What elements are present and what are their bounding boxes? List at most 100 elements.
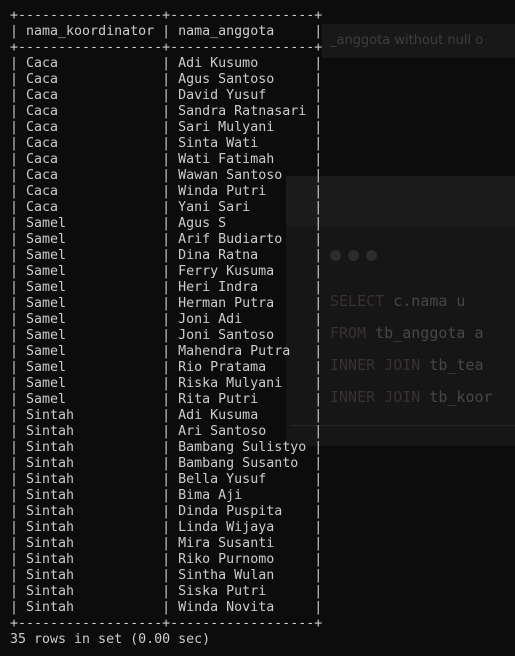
window-dot-close-icon (330, 250, 341, 261)
table-body: | Caca | Adi Kusumo | | Caca | Agus Santo… (10, 56, 322, 616)
cell-nama-anggota: Sandra Ratnasari (178, 104, 307, 119)
cell-nama-anggota: Joni Santoso (178, 328, 275, 343)
table-row: | Sintah | Ari Santoso | (10, 424, 323, 439)
table-row: | Sintah | Bima Aji | (10, 488, 323, 503)
table-row: | Samel | Mahendra Putra | (10, 344, 323, 359)
table-row: | Samel | Arif Budiarto | (10, 232, 323, 247)
cell-nama-koordinator: Sintah (26, 440, 75, 455)
column-header-nama-anggota: nama_anggota (178, 24, 275, 39)
table-row: | Caca | David Yusuf | (10, 88, 323, 103)
table-row: | Sintah | Bella Yusuf | (10, 472, 323, 487)
status-line: 35 rows in set (0.00 sec) (10, 632, 211, 647)
table-row: | Sintah | Dinda Puspita | (10, 504, 323, 519)
cell-nama-anggota: Sari Mulyani (178, 120, 275, 135)
cell-nama-koordinator: Sintah (26, 536, 75, 551)
background-divider (290, 425, 515, 426)
cell-nama-anggota: Mira Susanti (178, 536, 275, 551)
cell-nama-koordinator: Caca (26, 88, 59, 103)
cell-nama-anggota: Rita Putri (178, 392, 259, 407)
cell-nama-anggota: Siska Putri (178, 584, 267, 599)
window-dot-minimize-icon (348, 250, 359, 261)
cell-nama-anggota: Bambang Susanto (178, 456, 299, 471)
cell-nama-koordinator: Sintah (26, 520, 75, 535)
table-row: | Samel | Riska Mulyani | (10, 376, 323, 391)
cell-nama-koordinator: Samel (26, 360, 67, 375)
table-border-mid: +------------------+------------------+ (10, 40, 323, 55)
window-dot-maximize-icon (366, 250, 377, 261)
background-code-keyword: INNER JOIN (330, 388, 421, 406)
cell-nama-anggota: Adi Kusuma (178, 408, 259, 423)
table-row: | Samel | Herman Putra | (10, 296, 323, 311)
cell-nama-koordinator: Samel (26, 232, 67, 247)
cell-nama-anggota: Riko Purnomo (178, 552, 275, 567)
cell-nama-koordinator: Samel (26, 392, 67, 407)
cell-nama-anggota: Yani Sari (178, 200, 251, 215)
cell-nama-anggota: Arif Budiarto (178, 232, 283, 247)
table-row: | Caca | Sinta Wati | (10, 136, 323, 151)
cell-nama-anggota: Bambang Sulistyo (178, 440, 307, 455)
table-row: | Samel | Rio Pratama | (10, 360, 323, 375)
cell-nama-koordinator: Caca (26, 72, 59, 87)
cell-nama-koordinator: Caca (26, 184, 59, 199)
table-border-bottom: +------------------+------------------+ (10, 616, 323, 631)
cell-nama-koordinator: Caca (26, 152, 59, 167)
cell-nama-koordinator: Sintah (26, 424, 75, 439)
table-row: | Samel | Dina Ratna | (10, 248, 323, 263)
table-row: | Sintah | Linda Wijaya | (10, 520, 323, 535)
cell-nama-anggota: David Yusuf (178, 88, 267, 103)
table-row: | Samel | Joni Adi | (10, 312, 323, 327)
cell-nama-koordinator: Sintah (26, 488, 75, 503)
cell-nama-koordinator: Sintah (26, 456, 75, 471)
cell-nama-anggota: Wawan Santoso (178, 168, 283, 183)
background-code-rest: tb_koor (420, 388, 493, 406)
cell-nama-koordinator: Caca (26, 104, 59, 119)
table-row: | Caca | Wati Fatimah | (10, 152, 323, 167)
cell-nama-anggota: Wati Fatimah (178, 152, 275, 167)
query-result-output: +------------------+------------------+ |… (10, 8, 322, 648)
table-row: | Samel | Agus S | (10, 216, 323, 231)
table-row: | Caca | Agus Santoso | (10, 72, 323, 87)
cell-nama-anggota: Ari Santoso (178, 424, 267, 439)
cell-nama-koordinator: Sintah (26, 504, 75, 519)
cell-nama-koordinator: Caca (26, 120, 59, 135)
cell-nama-anggota: Agus Santoso (178, 72, 275, 87)
cell-nama-anggota: Mahendra Putra (178, 344, 291, 359)
cell-nama-koordinator: Caca (26, 136, 59, 151)
cell-nama-anggota: Agus S (178, 216, 227, 231)
table-row: | Caca | Adi Kusumo | (10, 56, 323, 71)
cell-nama-anggota: Herman Putra (178, 296, 275, 311)
cell-nama-koordinator: Samel (26, 296, 67, 311)
cell-nama-anggota: Riska Mulyani (178, 376, 283, 391)
background-code-keyword: INNER JOIN (330, 356, 421, 374)
cell-nama-koordinator: Samel (26, 248, 67, 263)
cell-nama-anggota: Heri Indra (178, 280, 259, 295)
background-code-line: INNER JOIN tb_koor (330, 388, 493, 406)
cell-nama-anggota: Rio Pratama (178, 360, 267, 375)
table-row: | Caca | Winda Putri | (10, 184, 323, 199)
table-row: | Samel | Joni Santoso | (10, 328, 323, 343)
cell-nama-koordinator: Sintah (26, 552, 75, 567)
column-header-nama-koordinator: nama_koordinator (26, 24, 155, 39)
table-row: | Caca | Yani Sari | (10, 200, 323, 215)
table-row: | Samel | Heri Indra | (10, 280, 323, 295)
cell-nama-anggota: Sintha Wulan (178, 568, 275, 583)
table-header-row: | nama_koordinator | nama_anggota | (10, 24, 323, 39)
background-code-keyword: SELECT (330, 292, 385, 310)
cell-nama-anggota: Dinda Puspita (178, 504, 283, 519)
table-row: | Sintah | Bambang Susanto | (10, 456, 323, 471)
cell-nama-anggota: Bima Aji (178, 488, 243, 503)
cell-nama-anggota: Ferry Kusuma (178, 264, 275, 279)
cell-nama-anggota: Winda Putri (178, 184, 267, 199)
table-row: | Sintah | Mira Susanti | (10, 536, 323, 551)
cell-nama-koordinator: Samel (26, 376, 67, 391)
background-window-title: _anggota without null o (330, 33, 484, 48)
cell-nama-anggota: Linda Wijaya (178, 520, 275, 535)
cell-nama-anggota: Joni Adi (178, 312, 243, 327)
terminal-window[interactable]: _anggota without null o SELECT c.nama u F… (0, 0, 515, 656)
table-border-top: +------------------+------------------+ (10, 8, 323, 23)
cell-nama-koordinator: Sintah (26, 584, 75, 599)
background-code-line: INNER JOIN tb_tea (330, 356, 484, 374)
cell-nama-koordinator: Caca (26, 200, 59, 215)
table-row: | Sintah | Sintha Wulan | (10, 568, 323, 583)
cell-nama-koordinator: Sintah (26, 472, 75, 487)
